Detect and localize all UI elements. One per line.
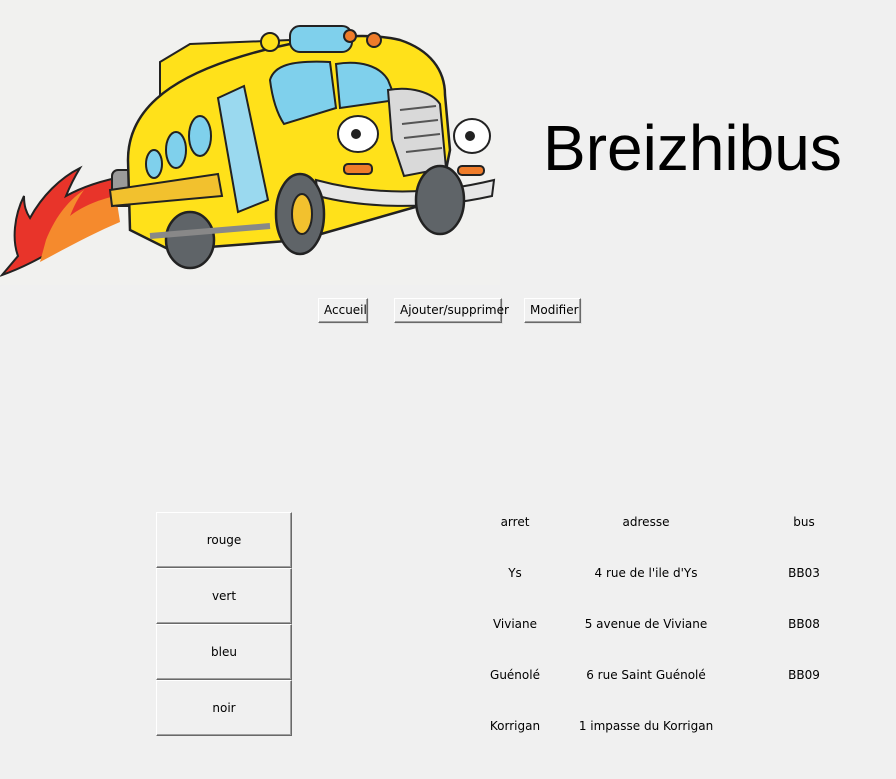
header-address: adresse xyxy=(622,515,670,529)
row-bus: BB03 xyxy=(788,566,820,580)
color-button-black[interactable]: noir xyxy=(156,680,292,736)
row-address: 4 rue de l'ile d'Ys xyxy=(594,566,698,580)
row-stop: Guénolé xyxy=(490,668,540,682)
row-bus: BB09 xyxy=(788,668,820,682)
row-address: 5 avenue de Viviane xyxy=(584,617,708,631)
add-remove-button[interactable]: Ajouter/supprimer xyxy=(394,298,509,323)
home-button[interactable]: Accueil xyxy=(318,298,368,323)
row-address: 1 impasse du Korrigan xyxy=(578,719,714,733)
row-address: 6 rue Saint Guénolé xyxy=(586,668,706,682)
app-title: Breizhibus xyxy=(543,112,842,184)
header-stop: arret xyxy=(500,515,530,529)
color-button-red[interactable]: rouge xyxy=(156,512,292,568)
row-bus: BB08 xyxy=(788,617,820,631)
header-bus: bus xyxy=(793,515,815,529)
edit-button[interactable]: Modifier xyxy=(524,298,581,323)
row-stop: Korrigan xyxy=(489,719,541,733)
color-button-blue[interactable]: bleu xyxy=(156,624,292,680)
row-stop: Viviane xyxy=(492,617,538,631)
bus-logo-image xyxy=(0,0,500,285)
color-button-green[interactable]: vert xyxy=(156,568,292,624)
row-stop: Ys xyxy=(508,566,522,580)
